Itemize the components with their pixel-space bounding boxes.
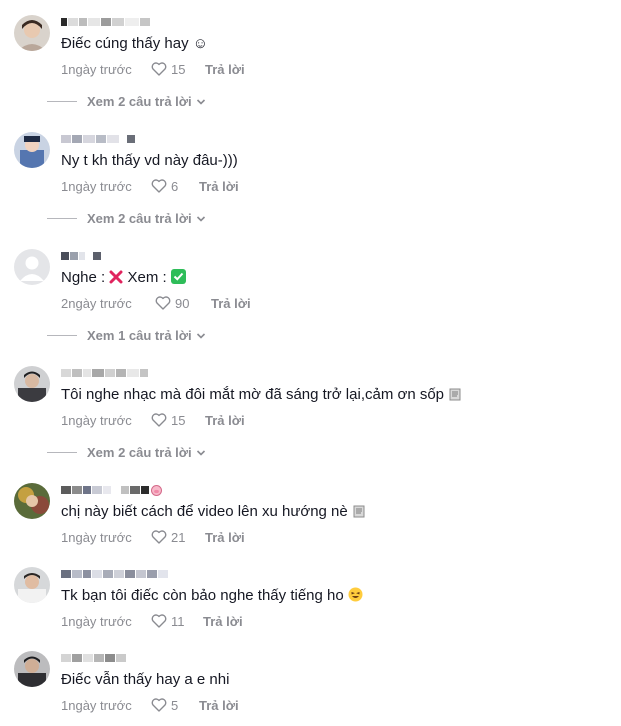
avatar[interactable] [14,366,50,402]
cross-mark-icon [109,270,123,284]
divider [47,218,77,219]
comment-time: 2ngày trước [61,295,132,311]
comment-time: 1ngày trước [61,61,132,77]
avatar[interactable] [14,15,50,51]
divider [47,101,77,102]
comment-text-part: Nghe : [61,269,110,286]
username-blurred[interactable] [61,366,604,380]
view-replies-button[interactable]: Xem 2 câu trả lời [47,445,206,460]
username-blurred[interactable] [61,15,604,29]
view-replies-label: Xem 1 câu trả lời [87,328,192,343]
check-mark-icon [170,269,186,284]
username-blurred[interactable] [61,651,604,665]
heart-outline-icon [151,530,167,544]
chevron-down-icon [196,332,205,339]
view-replies-label: Xem 2 câu trả lời [87,445,192,460]
comment-time: 1ngày trước [61,412,132,428]
like-button[interactable]: 5 [151,698,199,713]
view-replies-button[interactable]: Xem 1 câu trả lời [47,328,206,343]
like-count: 90 [175,295,190,311]
username-blurred[interactable] [61,132,604,146]
heart-outline-icon [151,62,167,76]
view-replies-label: Xem 2 câu trả lời [87,211,192,226]
reply-button[interactable]: Trả lời [205,530,245,545]
view-replies-label: Xem 2 câu trả lời [87,94,192,109]
like-count: 15 [171,61,186,77]
heart-outline-icon [155,296,171,310]
comment-text-part: Xem : [123,269,171,286]
like-button[interactable]: 21 [151,530,205,545]
comment-text-part: Tk bạn tôi điếc còn bảo nghe thấy tiếng … [61,587,344,604]
reply-button[interactable]: Trả lời [199,698,239,713]
comment-text: chị này biết cách để video lên xu hướng … [61,503,604,521]
comment-text: Điếc vẫn thấy hay a e nhi [61,671,230,688]
like-count: 5 [171,697,179,713]
heart-outline-icon [151,698,167,712]
paper-emoji-icon [353,505,365,518]
comment-text: Ny t kh thấy vd này đâu-))) [61,152,238,169]
comment-time: 1ngày trước [61,697,132,713]
avatar[interactable] [14,567,50,603]
comment-time: 1ngày trước [61,529,132,545]
view-replies-button[interactable]: Xem 2 câu trả lời [47,94,206,109]
comment-time: 1ngày trước [61,613,132,629]
pig-emoji-icon [151,485,162,496]
reply-button[interactable]: Trả lời [203,614,243,629]
like-button[interactable]: 11 [151,614,203,629]
heart-outline-icon [151,179,167,193]
avatar[interactable] [14,483,50,519]
username-blurred[interactable] [61,483,604,497]
comment-text: Điếc cúng thấy hay ☺ [61,35,209,52]
divider [47,335,77,336]
comment-text-part: Tôi nghe nhạc mà đôi mắt mờ đã sáng trở … [61,386,445,403]
comment-text: Tk bạn tôi điếc còn bảo nghe thấy tiếng … [61,587,604,605]
reply-button[interactable]: Trả lời [211,296,251,311]
chevron-down-icon [196,98,205,105]
chevron-down-icon [196,449,205,456]
avatar[interactable] [14,249,50,285]
avatar[interactable] [14,651,50,687]
avatar[interactable] [14,132,50,168]
comment-text-part: chị này biết cách để video lên xu hướng … [61,503,348,520]
divider [47,452,77,453]
paper-emoji-icon [449,388,461,401]
comment-time: 1ngày trước [61,178,132,194]
reply-button[interactable]: Trả lời [205,62,245,77]
username-blurred[interactable] [61,249,604,263]
like-count: 21 [171,529,186,545]
comment-text: Tôi nghe nhạc mà đôi mắt mờ đã sáng trở … [61,386,604,404]
chevron-down-icon [196,215,205,222]
like-button[interactable]: 6 [151,179,199,194]
comment-text: Nghe : Xem : [61,269,604,287]
like-button[interactable]: 15 [151,413,205,428]
reply-button[interactable]: Trả lời [199,179,239,194]
like-count: 6 [171,178,179,194]
heart-outline-icon [151,413,167,427]
heart-outline-icon [151,614,167,628]
laughing-emoji-icon [348,587,363,602]
view-replies-button[interactable]: Xem 2 câu trả lời [47,211,206,226]
reply-button[interactable]: Trả lời [205,413,245,428]
like-count: 11 [171,613,185,629]
like-count: 15 [171,412,186,428]
username-blurred[interactable] [61,567,604,581]
like-button[interactable]: 90 [155,296,211,311]
like-button[interactable]: 15 [151,62,205,77]
